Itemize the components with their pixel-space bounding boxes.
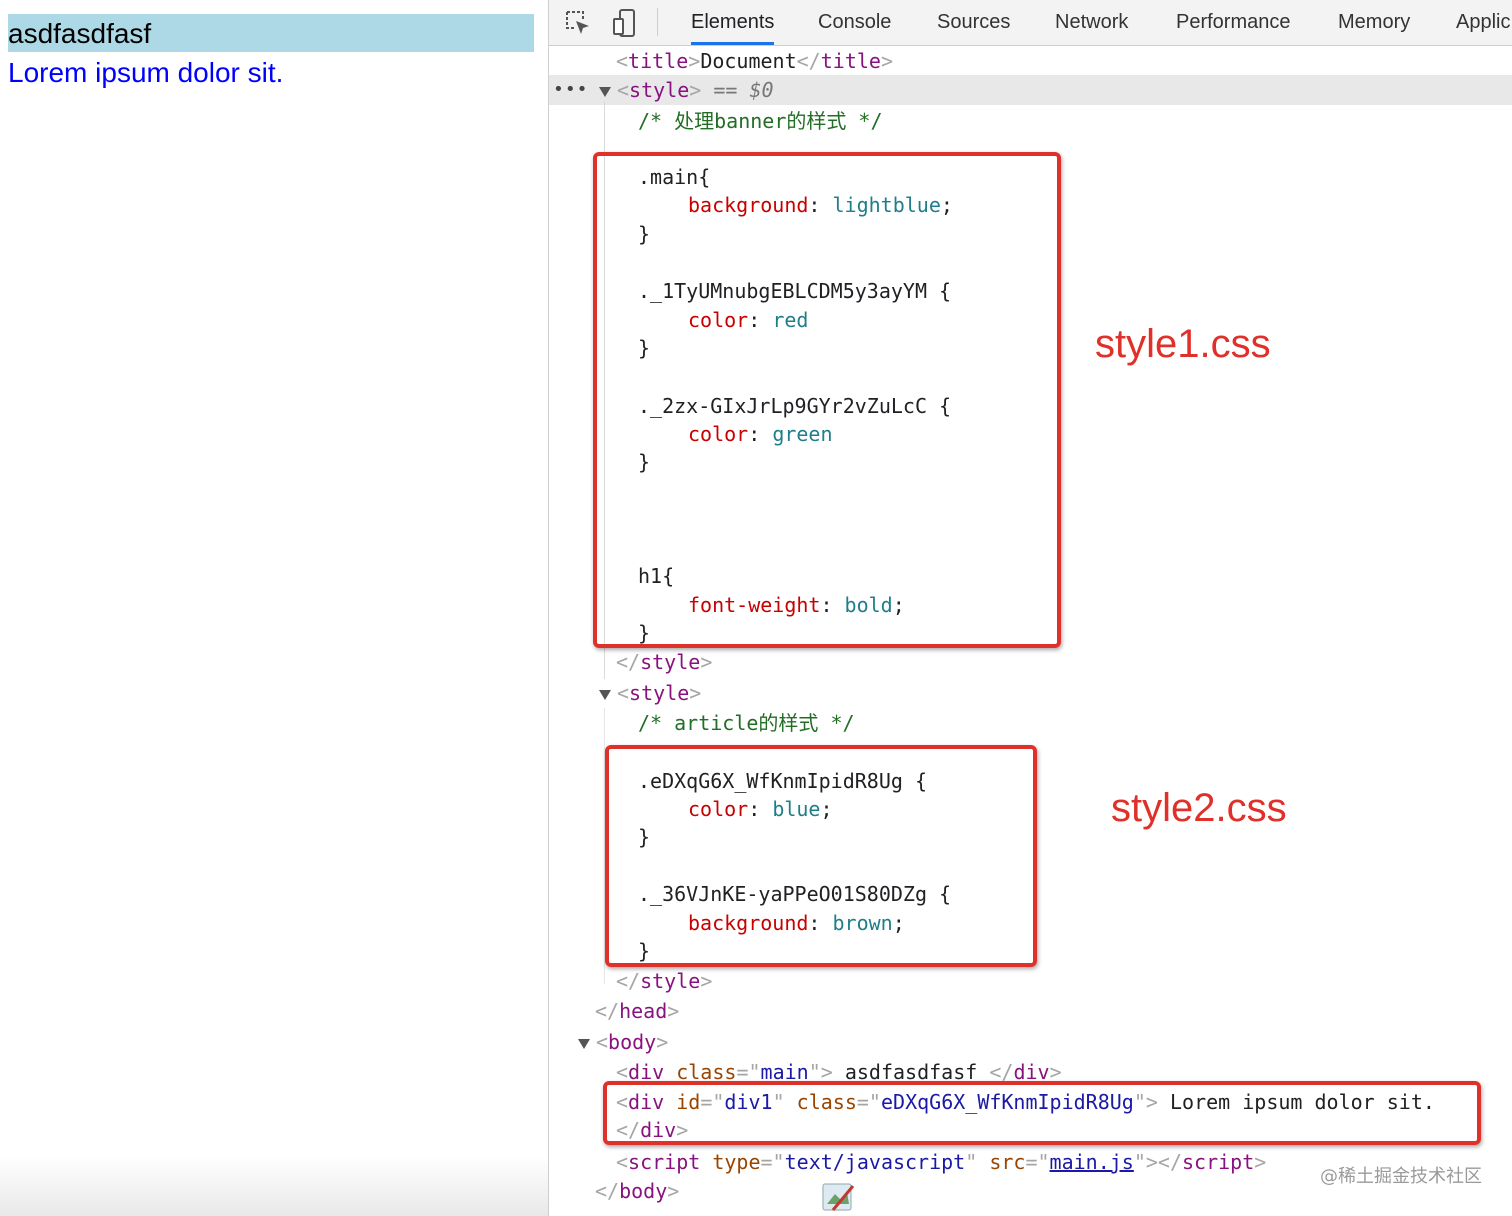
tab-network[interactable]: Network (1055, 0, 1128, 45)
dom-node-body[interactable]: <body> (578, 1027, 668, 1057)
tab-sources[interactable]: Sources (937, 0, 1010, 45)
inspect-element-icon[interactable] (563, 8, 593, 38)
page-preview: asdfasdfasf Lorem ipsum dolor sit. (0, 0, 548, 1216)
tab-memory[interactable]: Memory (1338, 0, 1410, 45)
watermark: @稀土掘金技术社区 (1320, 1166, 1482, 1187)
annotation-box-div1 (603, 1081, 1481, 1145)
more-options-icon[interactable]: ••• (553, 75, 589, 105)
annotation-label-style2: style2.css (1111, 786, 1287, 830)
dom-node-head-close[interactable]: </head> (595, 996, 679, 1026)
css-comment: /* 处理banner的样式 */ (638, 109, 883, 133)
dom-node-style-2[interactable]: <style> (599, 678, 701, 708)
tab-console[interactable]: Console (818, 0, 891, 45)
toolbar-separator (657, 8, 658, 36)
script-src-link[interactable]: main.js (1050, 1150, 1134, 1174)
dom-node-style-1-close[interactable]: </style> (616, 647, 712, 677)
expand-triangle-icon[interactable] (578, 1038, 590, 1049)
dom-node-title[interactable]: <title>Document</title> (616, 46, 893, 76)
expand-triangle-icon[interactable] (599, 86, 611, 97)
dom-node-style-1[interactable]: <style> == $0 (599, 75, 774, 105)
devtools-panel: Elements Console Sources Network Perform… (548, 0, 1512, 1216)
devtools-toolbar: Elements Console Sources Network Perform… (549, 0, 1512, 46)
expand-triangle-icon[interactable] (599, 689, 611, 700)
tab-elements[interactable]: Elements (691, 0, 775, 45)
annotation-box-style1 (593, 152, 1061, 648)
annotation-box-style2 (605, 745, 1037, 967)
paint-brush-icon (821, 1180, 857, 1216)
css-comment: /* article的样式 */ (638, 711, 855, 735)
dom-node-style-2-close[interactable]: </style> (616, 966, 712, 996)
annotation-label-style1: style1.css (1095, 322, 1271, 366)
preview-bottom-shadow (0, 1156, 548, 1216)
div1-preview[interactable]: Lorem ipsum dolor sit. (8, 54, 283, 92)
tab-performance[interactable]: Performance (1176, 0, 1291, 45)
tab-application[interactable]: Applic (1456, 0, 1510, 45)
device-toolbar-icon[interactable] (611, 8, 641, 38)
div-main-preview[interactable]: asdfasdfasf (8, 14, 534, 52)
dom-node-script[interactable]: <script type="text/javascript" src="main… (616, 1147, 1266, 1177)
dom-node-body-close[interactable]: </body> (595, 1176, 679, 1206)
